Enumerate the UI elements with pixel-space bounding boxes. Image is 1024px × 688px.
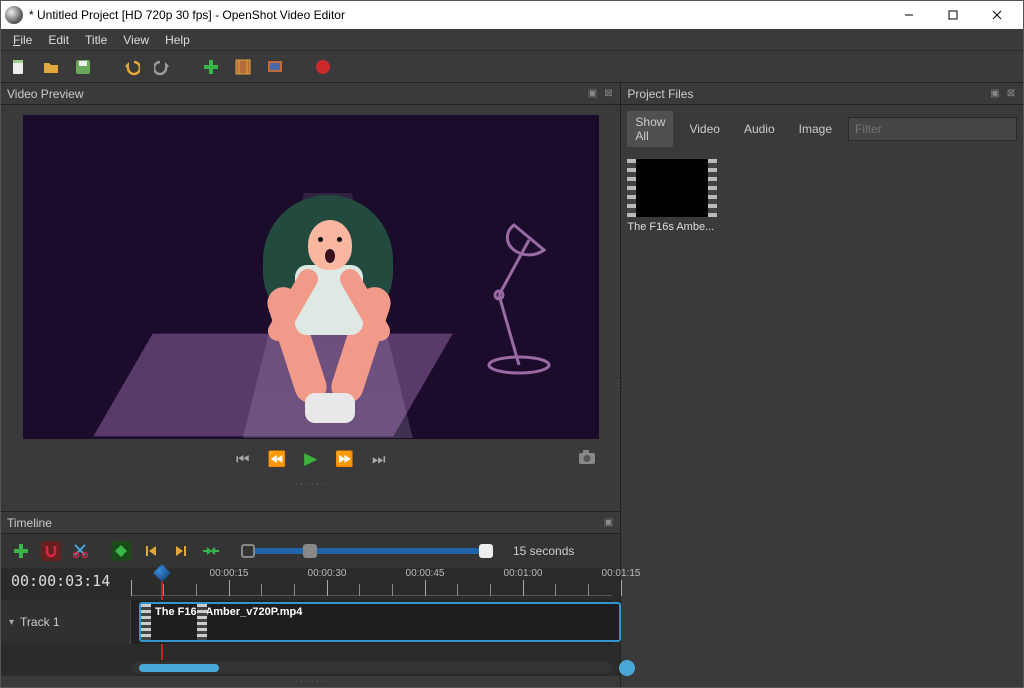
project-files-panel-header: Project Files ▣ ⊠ [621,83,1023,105]
video-preview-undock-button[interactable]: ▣ [586,88,598,100]
project-file-item[interactable]: The F16s Ambe... [627,159,727,233]
save-project-button[interactable] [73,57,93,77]
zoom-level-label: 15 seconds [513,544,574,558]
preview-transport-controls: ⏮ ⏪ ▶ ⏩ ⏭ [11,439,610,479]
filter-tab-image[interactable]: Image [791,118,840,140]
snapping-button[interactable] [41,541,61,561]
preview-resize-grip[interactable]: ······ [295,479,327,490]
rewind-button[interactable]: ⏪ [267,450,286,468]
timeline-ruler[interactable]: 00:00:15 00:00:30 00:00:45 00:01:00 00:0… [131,568,612,596]
app-icon [5,6,23,24]
jump-end-button[interactable]: ⏭ [372,451,386,468]
video-preview-title: Video Preview [7,87,84,101]
undo-button[interactable] [121,57,141,77]
jump-start-button[interactable]: ⏮ [236,451,250,468]
filter-tab-audio[interactable]: Audio [736,118,783,140]
project-file-name: The F16s Ambe... [627,221,723,233]
timeline-resize-grip[interactable]: ······ [1,676,620,687]
track-1-label: Track 1 [20,615,60,629]
razor-tool-button[interactable] [71,541,91,561]
timeline-zoom-slider[interactable] [247,548,487,554]
track-1-header[interactable]: ▾ Track 1 [1,600,131,644]
add-marker-button[interactable] [111,541,131,561]
timeline-scrollbar[interactable] [131,662,612,674]
fullscreen-button[interactable] [265,57,285,77]
new-project-button[interactable] [9,57,29,77]
window-titlebar: * Untitled Project [HD 720p 30 fps] - Op… [1,1,1023,29]
menubar: File Edit Title View Help [1,29,1023,51]
fast-forward-button[interactable]: ⏩ [335,450,354,468]
video-preview-area: ⏮ ⏪ ▶ ⏩ ⏭ ······ [1,105,620,511]
menu-file[interactable]: File [5,31,40,49]
project-files-undock-button[interactable]: ▣ [989,88,1001,100]
project-files-filter-tabs: Show All Video Audio Image [621,105,1023,153]
track-1-clip-area[interactable]: The F16s Amber_v720P.mp4 [131,600,612,644]
project-files-close-button[interactable]: ⊠ [1005,88,1017,100]
import-files-button[interactable] [201,57,221,77]
export-video-button[interactable] [313,57,333,77]
timeline-body[interactable]: 00:00:03:14 00:00:15 00:00:30 00:00:45 0… [1,568,620,676]
menu-title[interactable]: Title [77,31,115,49]
menu-view[interactable]: View [115,31,157,49]
track-1-row: ▾ Track 1 The F16s Amber_v720P.mp4 [1,600,612,644]
filter-tab-video[interactable]: Video [681,118,727,140]
play-button[interactable]: ▶ [304,449,317,469]
window-maximize-button[interactable] [931,1,975,29]
video-preview-panel-header: Video Preview ▣ ⊠ [1,83,620,105]
video-preview-close-button[interactable]: ⊠ [602,88,614,100]
lamp-illustration [459,205,559,388]
open-project-button[interactable] [41,57,61,77]
menu-edit[interactable]: Edit [40,31,77,49]
add-track-button[interactable] [11,541,31,561]
previous-marker-button[interactable] [141,541,161,561]
timeline-toolbar: 15 seconds [1,534,620,568]
zoom-out-cap[interactable] [479,544,493,558]
project-files-grid[interactable]: The F16s Ambe... [621,153,1023,239]
snapshot-button[interactable] [578,449,596,470]
panel-split-grip[interactable]: ···· [616,379,619,391]
clip-the-f16s[interactable]: The F16s Amber_v720P.mp4 [139,602,621,642]
window-minimize-button[interactable] [887,1,931,29]
zoom-slider-thumb[interactable] [303,544,317,558]
timeline-title: Timeline [7,516,52,530]
project-file-thumbnail[interactable] [627,159,717,217]
project-files-filter-input[interactable] [848,117,1017,141]
center-playhead-button[interactable] [201,541,221,561]
redo-button[interactable] [153,57,173,77]
window-title: * Untitled Project [HD 720p 30 fps] - Op… [29,8,887,22]
main-toolbar [1,51,1023,83]
window-close-button[interactable] [975,1,1019,29]
timeline-undock-button[interactable]: ▣ [602,517,614,529]
clip-label: The F16s Amber_v720P.mp4 [151,604,306,620]
track-collapse-icon[interactable]: ▾ [9,617,14,628]
choose-profile-button[interactable] [233,57,253,77]
next-marker-button[interactable] [171,541,191,561]
timeline-panel-header: Timeline ▣ [1,512,620,534]
zoom-in-cap[interactable] [241,544,255,558]
menu-help[interactable]: Help [157,31,198,49]
timeline-current-time: 00:00:03:14 [11,572,110,590]
filter-tab-show-all[interactable]: Show All [627,111,673,147]
preview-canvas[interactable] [23,115,599,439]
project-files-title: Project Files [627,87,693,101]
